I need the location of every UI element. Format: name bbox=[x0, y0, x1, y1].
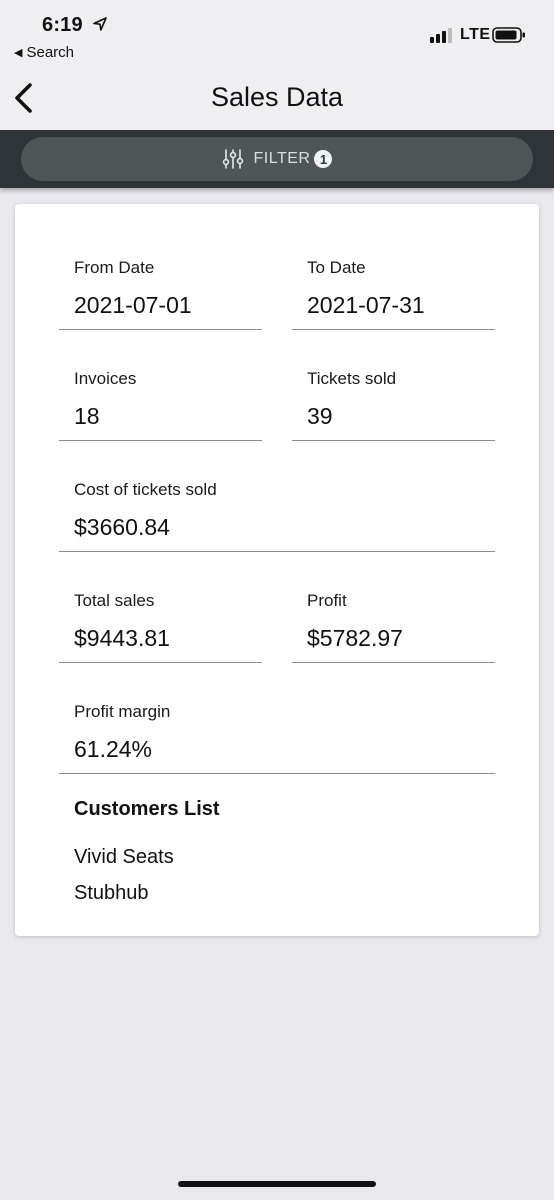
back-to-search-link[interactable]: ◀ Search bbox=[14, 44, 74, 61]
status-time: 6:19 bbox=[42, 14, 83, 36]
customer-item: Stubhub bbox=[74, 882, 149, 904]
to-date-label: To Date bbox=[307, 258, 366, 277]
invoices-value: 18 bbox=[59, 403, 262, 441]
from-date-value[interactable]: 2021-07-01 bbox=[59, 292, 262, 330]
cost-label: Cost of tickets sold bbox=[74, 480, 217, 499]
to-date-value[interactable]: 2021-07-31 bbox=[292, 292, 495, 330]
total-sales-value: $9443.81 bbox=[59, 625, 262, 663]
filter-button[interactable]: FILTER 1 bbox=[21, 137, 533, 181]
invoices-field: Invoices 18 bbox=[59, 369, 262, 441]
tickets-sold-field: Tickets sold 39 bbox=[292, 369, 495, 441]
cost-value: $3660.84 bbox=[59, 514, 495, 552]
total-sales-field: Total sales $9443.81 bbox=[59, 591, 262, 663]
profit-margin-label: Profit margin bbox=[74, 702, 171, 721]
tickets-sold-label: Tickets sold bbox=[307, 369, 397, 388]
page-title: Sales Data bbox=[210, 82, 344, 112]
customer-item: Vivid Seats bbox=[74, 846, 174, 868]
profit-margin-value: 61.24% bbox=[59, 736, 495, 774]
total-sales-label: Total sales bbox=[74, 591, 155, 610]
from-date-label: From Date bbox=[74, 258, 155, 277]
network-type: LTE bbox=[460, 26, 491, 43]
status-bar: 6:19 ◀ Search LTE bbox=[0, 0, 554, 70]
profit-value: $5782.97 bbox=[292, 625, 495, 663]
tickets-sold-value: 39 bbox=[292, 403, 495, 441]
back-app-label: Search bbox=[26, 44, 74, 61]
invoices-label: Invoices bbox=[74, 369, 137, 388]
profit-field: Profit $5782.97 bbox=[292, 591, 495, 663]
profit-label: Profit bbox=[307, 591, 347, 610]
from-date-field[interactable]: From Date 2021-07-01 bbox=[59, 258, 262, 330]
back-triangle-icon: ◀ bbox=[14, 47, 23, 59]
cellular-signal-icon bbox=[430, 28, 452, 43]
cost-field: Cost of tickets sold $3660.84 bbox=[59, 480, 495, 552]
home-indicator[interactable] bbox=[178, 1181, 376, 1187]
battery-icon bbox=[492, 27, 525, 43]
filter-bar: FILTER 1 bbox=[0, 130, 554, 188]
to-date-field[interactable]: To Date 2021-07-31 bbox=[292, 258, 495, 330]
filter-label: FILTER bbox=[253, 150, 311, 167]
filter-count-badge: 1 bbox=[314, 150, 333, 168]
profit-margin-field: Profit margin 61.24% bbox=[59, 702, 495, 774]
customers-list-title: Customers List bbox=[74, 798, 220, 820]
location-arrow-icon bbox=[93, 17, 107, 31]
sales-summary-card: From Date 2021-07-01 To Date 2021-07-31 … bbox=[15, 204, 539, 936]
sliders-icon bbox=[222, 149, 243, 169]
navigation-bar: Sales Data bbox=[0, 70, 554, 130]
